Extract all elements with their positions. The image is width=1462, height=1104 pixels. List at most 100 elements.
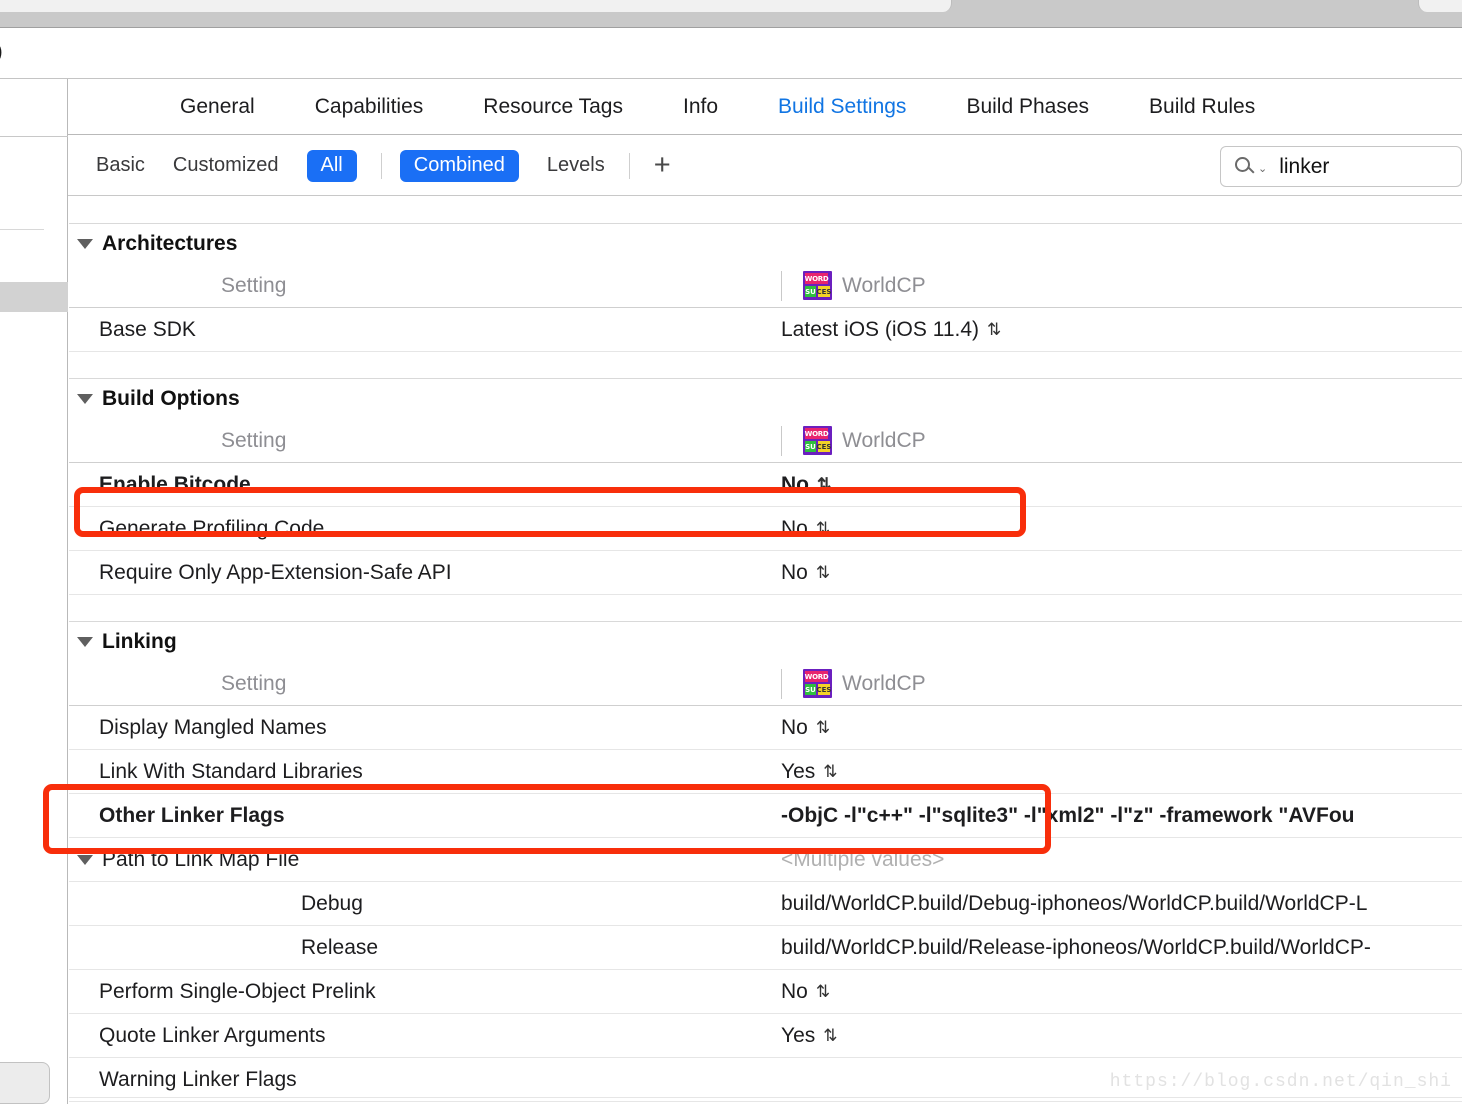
chevron-down-icon[interactable]: ⌄ [1258,162,1267,175]
app-icon-word: WORD [804,671,829,682]
column-header-setting: Setting [221,428,287,452]
disclosure-triangle-icon[interactable] [77,854,93,865]
setting-name: Base SDK [99,317,196,341]
filter-all[interactable]: All [306,149,357,182]
setting-row[interactable]: Path to Link Map File <Multiple values> [69,838,1462,882]
tab-build-settings[interactable]: Build Settings [778,95,906,119]
search-field[interactable]: ⌄ linker [1220,146,1462,187]
setting-value-text: Latest iOS (iOS 11.4) [781,317,980,341]
stepper-icon[interactable]: ⇅ [816,520,830,537]
add-setting-button[interactable]: + [654,151,671,180]
setting-value[interactable]: -ObjC -l"c++" -l"sqlite3" -l"xml2" -l"z"… [781,804,1462,828]
setting-value[interactable]: Yes ⇅ [781,760,1462,784]
column-header-target: WORD SU CES WorldCP [781,669,1462,698]
group-title: Linking [102,630,177,653]
column-header-row: Setting WORD SU CES WorldCP [69,662,1462,706]
setting-value[interactable]: No ⇅ [781,561,1462,585]
sidebar-rule [0,229,44,230]
setting-row[interactable]: Perform Single-Object Prelink No ⇅ [69,970,1462,1014]
setting-name: Warning Linker Flags [99,1067,297,1091]
column-divider [781,426,782,456]
group-header-architectures[interactable]: Architectures [69,224,1462,264]
setting-row[interactable]: Base SDK Latest iOS (iOS 11.4) ⇅ [69,308,1462,352]
breadcrumb[interactable]: ) [0,28,1462,79]
group-header-linking[interactable]: Linking [69,622,1462,662]
app-icon-ces: CES [816,684,832,695]
setting-row[interactable]: Display Mangled Names No ⇅ [69,706,1462,750]
target-column-header: WORD SU CES WorldCP [781,669,926,698]
group-spacer [69,595,1462,621]
editor-tab-bar: General Capabilities Resource Tags Info Buil… [0,79,1462,135]
setting-value-text: No [781,516,808,540]
app-icon: WORD SU CES [803,271,832,300]
group-header-build-options[interactable]: Build Options [69,379,1462,419]
disclosure-triangle-icon[interactable] [77,394,93,404]
setting-value[interactable]: No ⇅ [781,980,1462,1004]
column-header-setting: Setting [221,671,287,695]
setting-value[interactable]: build/WorldCP.build/Debug-iphoneos/World… [781,892,1462,916]
setting-row[interactable]: Require Only App-Extension-Safe API No ⇅ [69,551,1462,595]
tab-resource-tags[interactable]: Resource Tags [483,95,623,119]
filter-basic[interactable]: Basic [96,154,145,177]
setting-value-text: build/WorldCP.build/Release-iphoneos/Wor… [781,935,1371,959]
window-tab-left[interactable] [0,0,952,12]
disclosure-triangle-icon[interactable] [77,637,93,647]
app-icon-su: SU [805,286,816,297]
setting-row[interactable]: Link With Standard Libraries Yes ⇅ [69,750,1462,794]
stepper-icon[interactable]: ⇅ [817,476,831,493]
sidebar-selected-row[interactable] [0,282,68,312]
setting-value[interactable]: build/WorldCP.build/Release-iphoneos/Wor… [781,936,1462,960]
tab-general[interactable]: General [180,95,255,119]
setting-row[interactable]: Release build/WorldCP.build/Release-iphon… [69,926,1462,970]
stepper-icon[interactable]: ⇅ [816,564,830,581]
stepper-icon[interactable]: ⇅ [823,763,837,780]
filter-levels[interactable]: Levels [547,154,605,177]
group-spacer [69,352,1462,378]
setting-value[interactable]: No ⇅ [781,716,1462,740]
setting-value-text: No [781,560,808,584]
setting-name: Other Linker Flags [99,803,285,827]
stepper-icon[interactable]: ⇅ [987,321,1001,338]
build-settings-table[interactable]: Architectures Setting WORD SU CES WorldCP Base… [69,197,1462,1104]
tab-build-phases[interactable]: Build Phases [966,95,1089,119]
setting-value-text: Yes [781,1023,816,1047]
window-tab-right[interactable] [1418,0,1462,12]
setting-name: Release [301,935,379,959]
search-input[interactable]: linker [1279,155,1329,179]
setting-value[interactable]: Yes ⇅ [781,1024,1462,1048]
setting-row[interactable]: Quote Linker Arguments Yes ⇅ [69,1014,1462,1058]
setting-row[interactable]: Enable Bitcode No ⇅ [69,463,1462,507]
table-bottom-rule [69,1097,1462,1098]
tab-capabilities[interactable]: Capabilities [315,95,424,119]
tab-build-rules[interactable]: Build Rules [1149,95,1255,119]
stepper-icon[interactable]: ⇅ [816,719,830,736]
filter-combined[interactable]: Combined [399,149,519,182]
setting-value[interactable]: No ⇅ [781,473,1462,497]
column-header-row: Setting WORD SU CES WorldCP [69,419,1462,463]
setting-value[interactable]: No ⇅ [781,517,1462,541]
setting-row[interactable]: Generate Profiling Code No ⇅ [69,507,1462,551]
sidebar-bottom-button[interactable] [0,1062,50,1104]
setting-name: Enable Bitcode [99,472,251,496]
setting-row[interactable]: Other Linker Flags -ObjC -l"c++" -l"sqlit… [69,794,1462,838]
window-toolbar [0,0,1462,28]
stepper-icon[interactable]: ⇅ [816,983,830,1000]
project-navigator-strip[interactable] [0,196,68,1104]
watermark: https://blog.csdn.net/qin_shi [1109,1072,1452,1092]
target-name: WorldCP [842,428,926,452]
filter-customized[interactable]: Customized [173,154,279,177]
setting-name: Generate Profiling Code [99,516,325,540]
tab-info[interactable]: Info [683,95,718,119]
disclosure-triangle-icon[interactable] [77,239,93,249]
target-name: WorldCP [842,671,926,695]
stepper-icon[interactable]: ⇅ [823,1027,837,1044]
setting-value[interactable]: Latest iOS (iOS 11.4) ⇅ [781,318,1462,342]
group-spacer [69,197,1462,223]
setting-name: Display Mangled Names [99,715,327,739]
setting-value[interactable]: <Multiple values> [781,848,1462,872]
column-divider [781,669,782,699]
app-icon-su: SU [805,684,816,695]
setting-value-text: <Multiple values> [781,847,945,871]
setting-row[interactable]: Debug build/WorldCP.build/Debug-iphoneos/… [69,882,1462,926]
column-divider [781,271,782,301]
